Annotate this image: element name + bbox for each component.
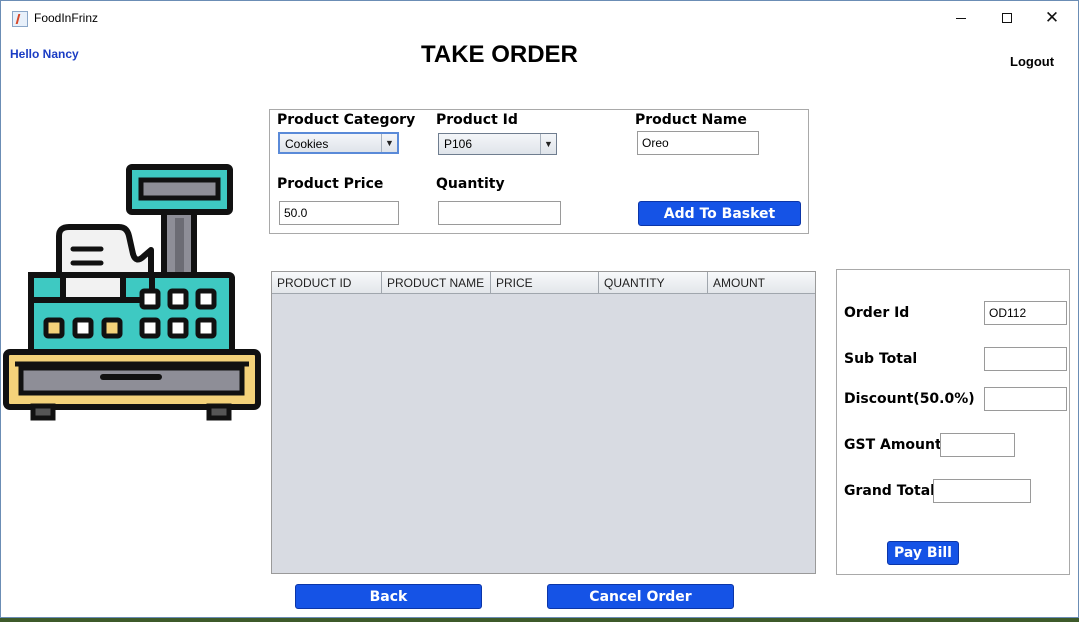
category-dropdown[interactable]: Cookies ▼	[278, 132, 399, 154]
discount-field[interactable]	[984, 387, 1067, 411]
gst-amount-label: GST Amount	[844, 437, 942, 453]
cash-register-icon	[3, 164, 261, 421]
column-header-amount[interactable]: AMOUNT	[708, 272, 815, 294]
basket-table[interactable]: PRODUCT ID PRODUCT NAME PRICE QUANTITY A…	[271, 271, 816, 574]
category-label: Product Category	[277, 112, 416, 128]
maximize-icon	[1002, 13, 1012, 23]
order-id-label: Order Id	[844, 305, 910, 321]
category-value: Cookies	[285, 137, 329, 151]
product-id-value: P106	[444, 137, 473, 151]
sub-total-field[interactable]	[984, 347, 1067, 371]
product-id-label: Product Id	[436, 112, 518, 128]
dropdown-arrow-icon: ▼	[540, 134, 556, 154]
quantity-field[interactable]	[438, 201, 561, 225]
logout-link[interactable]: Logout	[1010, 54, 1054, 69]
discount-label: Discount(50.0%)	[844, 391, 975, 407]
minimize-icon	[956, 17, 966, 19]
grand-total-field[interactable]	[933, 479, 1031, 503]
java-app-icon	[12, 11, 28, 27]
grand-total-label: Grand Total	[844, 483, 935, 499]
window-title: FoodInFrinz	[34, 11, 99, 25]
product-price-field[interactable]: 50.0	[279, 201, 399, 225]
pay-bill-button[interactable]: Pay Bill	[887, 541, 959, 565]
product-price-label: Product Price	[277, 176, 384, 192]
column-header-product-name[interactable]: PRODUCT NAME	[382, 272, 491, 294]
title-bar: FoodInFrinz ✕	[1, 1, 1078, 35]
back-button[interactable]: Back	[295, 584, 482, 609]
add-to-basket-button[interactable]: Add To Basket	[638, 201, 801, 226]
maximize-button[interactable]	[984, 1, 1030, 35]
dropdown-arrow-icon: ▼	[381, 134, 397, 152]
sub-total-label: Sub Total	[844, 351, 918, 367]
product-name-label: Product Name	[635, 112, 747, 128]
page-title: TAKE ORDER	[421, 41, 578, 68]
bill-panel: Order Id OD112 Sub Total Discount(50.0%)…	[836, 269, 1070, 575]
greeting-label: Hello Nancy	[10, 47, 79, 61]
table-header: PRODUCT ID PRODUCT NAME PRICE QUANTITY A…	[272, 272, 815, 294]
cancel-order-button[interactable]: Cancel Order	[547, 584, 734, 609]
column-header-quantity[interactable]: QUANTITY	[599, 272, 708, 294]
close-button[interactable]: ✕	[1029, 1, 1075, 35]
order-id-field[interactable]: OD112	[984, 301, 1067, 325]
app-window: FoodInFrinz ✕ Hello Nancy TAKE ORDER Log…	[0, 0, 1079, 618]
product-id-dropdown[interactable]: P106 ▼	[438, 133, 557, 155]
quantity-label: Quantity	[436, 176, 505, 192]
column-header-product-id[interactable]: PRODUCT ID	[272, 272, 382, 294]
product-form-panel: Product Category Cookies ▼ Product Id P1…	[269, 109, 809, 234]
column-header-price[interactable]: PRICE	[491, 272, 599, 294]
product-name-field[interactable]: Oreo	[637, 131, 759, 155]
minimize-button[interactable]	[938, 1, 984, 35]
gst-amount-field[interactable]	[940, 433, 1015, 457]
